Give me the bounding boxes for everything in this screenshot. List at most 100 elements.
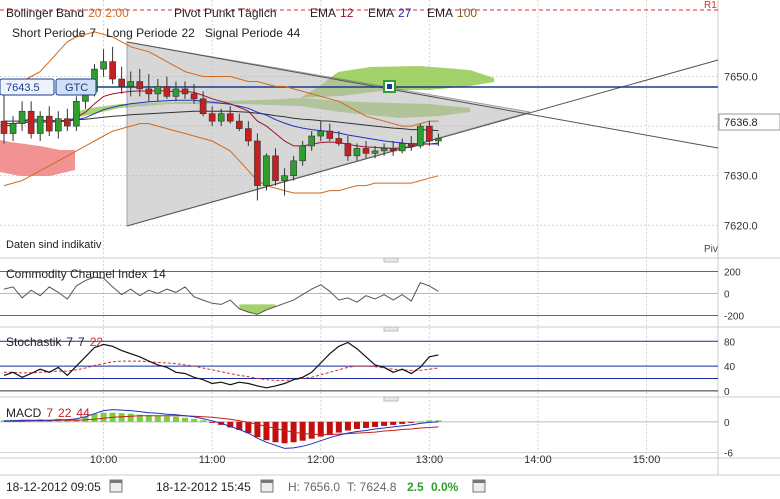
pane-resize-handle: [383, 257, 399, 263]
macd-histogram-bar: [344, 421, 351, 431]
stoch-tick-label: 80: [724, 337, 736, 348]
macd-histogram-bar: [426, 420, 433, 422]
candle-body: [426, 125, 433, 142]
time-tick-label: 11:00: [199, 454, 226, 466]
candle-body: [371, 150, 379, 154]
legend-bollinger: Bollinger Band 20 2.00: [6, 6, 129, 20]
candle-body: [154, 86, 162, 95]
macd-histogram-bar: [145, 415, 152, 422]
macd-tick-label: 0: [724, 418, 730, 429]
cci-line: [3, 276, 439, 315]
stoch-title: Stochastik 7 7 22: [6, 335, 103, 349]
legend-pivot: Pivot Punkt Täglich: [174, 6, 277, 20]
candle-body: [389, 148, 397, 152]
candle-body: [335, 138, 343, 144]
candle-body: [380, 148, 388, 152]
calendar-icon[interactable]: [260, 479, 274, 493]
svg-text:7643.5: 7643.5: [6, 82, 40, 94]
svg-text:GTC: GTC: [65, 82, 88, 94]
current-price-tag: 7636.8: [718, 113, 780, 131]
candle-body: [199, 98, 207, 115]
footer-bar: 18-12-2012 09:05 18-12-2012 15:45 H: 765…: [6, 479, 486, 494]
macd-histogram-bar: [353, 421, 360, 429]
macd-histogram-bar: [245, 421, 252, 434]
candle-body: [245, 128, 252, 142]
order-handle[interactable]: [383, 80, 396, 93]
candle-body: [172, 88, 180, 97]
time-tick-label: 15:00: [633, 454, 661, 466]
gtc-order-tag[interactable]: GTC: [55, 78, 97, 96]
footer-from-date: 18-12-2012 09:05: [6, 480, 101, 494]
candle-body: [118, 78, 125, 87]
macd-histogram-bar: [326, 421, 333, 435]
cci-tick-label: 200: [724, 268, 741, 279]
macd-histogram-bar: [118, 413, 125, 422]
pivot-r1-label: R1: [704, 0, 717, 11]
candle-body: [64, 118, 71, 127]
candle-body: [362, 148, 370, 154]
candle-body: [18, 110, 26, 124]
candle-body: [226, 113, 234, 122]
left-price-tag[interactable]: 7643.5: [0, 78, 55, 96]
price-tick-label: 7630.0: [724, 171, 758, 183]
candle-body: [317, 130, 325, 137]
footer-change: 2.5: [407, 480, 424, 494]
candle-body: [0, 120, 8, 134]
candle-body: [435, 138, 442, 142]
stoch-tick-label: 40: [724, 362, 736, 373]
macd-histogram-bar: [272, 421, 279, 443]
footer-to-date: 18-12-2012 15:45: [156, 480, 251, 494]
candle-body: [344, 143, 352, 157]
macd-histogram-bar: [417, 421, 424, 423]
macd-histogram-bar: [281, 421, 288, 444]
macd-histogram-bar: [372, 421, 379, 427]
legend-ema-12: EMA 12: [310, 6, 354, 20]
stoch-tick-label: 0: [724, 387, 730, 398]
price-tick-label: 7620.0: [724, 220, 758, 232]
macd-histogram-bar: [399, 421, 406, 424]
candle-body: [236, 120, 243, 129]
candle-body: [272, 155, 279, 181]
candle-body: [299, 145, 306, 162]
candle-body: [9, 123, 17, 134]
legend-macd-params: Short Periode 7 Long Periode 22 Signal Perio…: [12, 26, 301, 40]
candle-body: [416, 125, 424, 147]
macd-histogram-bar: [127, 413, 134, 422]
candle-body: [353, 148, 361, 157]
time-tick-label: 10:00: [90, 454, 118, 466]
footer-pct: 0.0%: [431, 480, 459, 494]
time-tick-label: 12:00: [307, 454, 335, 466]
pane-resize-handle: [383, 326, 399, 332]
calendar-icon[interactable]: [109, 479, 123, 493]
candle-body: [290, 160, 297, 176]
candle-body: [45, 115, 53, 132]
time-tick-label: 14:00: [524, 454, 552, 466]
candle-body: [54, 118, 62, 132]
calendar-icon[interactable]: [472, 479, 486, 493]
candle-body: [398, 143, 406, 152]
candle-body: [109, 61, 116, 80]
candle-body: [36, 115, 44, 134]
candle-body: [136, 81, 144, 90]
cci-tick-label: 0: [724, 290, 730, 301]
macd-tick-label: -6: [724, 448, 733, 459]
time-tick-label: 13:00: [416, 454, 444, 466]
price-tick-label: 7650.0: [724, 72, 758, 84]
legend-ema-100: EMA 100: [427, 6, 477, 20]
macd-histogram-bar: [335, 421, 342, 433]
macd-histogram-bar: [363, 421, 369, 428]
chart-window: 10:00 11:00 12:00 13:00 14:00 15:00 7620.0 7630…: [0, 0, 780, 496]
macd-histogram-bar: [308, 421, 315, 439]
macd-histogram-bar: [390, 421, 397, 425]
macd-histogram-bar: [299, 421, 306, 441]
legend-ema-27: EMA 27: [368, 6, 412, 20]
footer-high: H: 7656.0: [288, 480, 340, 494]
pivot-axis-label: Piv: [704, 244, 718, 255]
macd-histogram-bar: [163, 416, 170, 422]
candle-body: [100, 61, 107, 70]
candle-body: [181, 88, 189, 95]
pane-resize-handle: [383, 396, 399, 402]
chart-canvas: 10:00 11:00 12:00 13:00 14:00 15:00 7620.0 7630…: [0, 0, 780, 494]
macd-histogram-bar: [172, 416, 179, 422]
candle-body: [163, 86, 171, 97]
